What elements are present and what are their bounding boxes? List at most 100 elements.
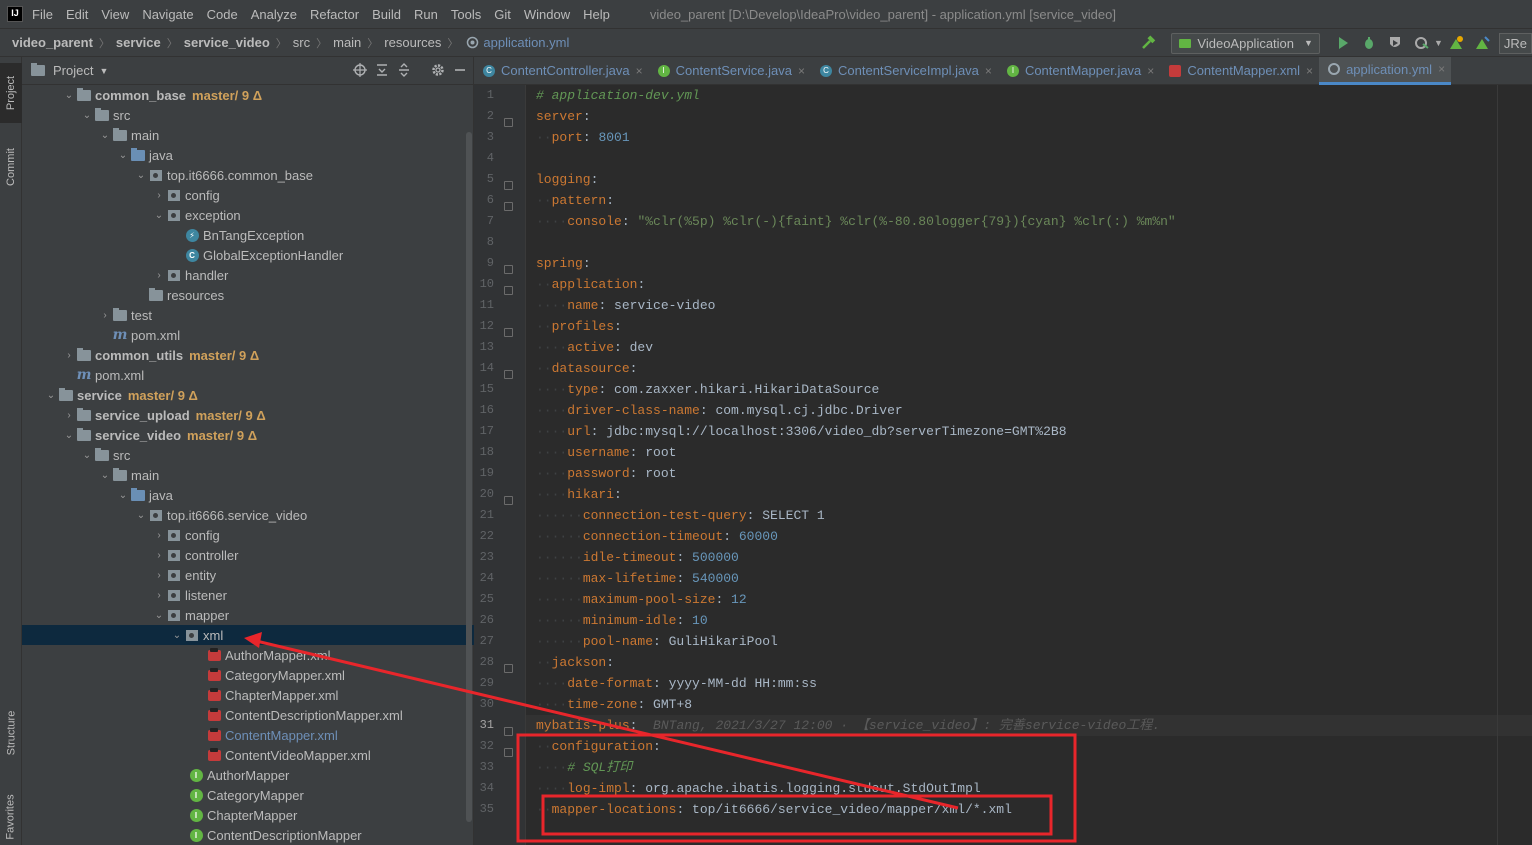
fold-marker-icon[interactable] [504, 496, 513, 505]
git-update-icon[interactable] [1474, 35, 1490, 51]
chevron-right-icon[interactable]: › [152, 530, 166, 541]
chevron-down-icon[interactable]: ⌄ [44, 390, 58, 401]
tree-row-config[interactable]: › config [22, 185, 474, 205]
tree-row-java[interactable]: ⌄ java [22, 145, 474, 165]
tree-row-xml-selected[interactable]: ⌄ xml [22, 625, 474, 645]
tree-row-main[interactable]: ⌄ main [22, 465, 474, 485]
tree-row-content-video-mapper-xml[interactable]: ContentVideoMapper.xml [22, 745, 474, 765]
tab-application-yml[interactable]: application.yml × [1319, 56, 1452, 85]
tree-row-chapter-mapper[interactable]: I ChapterMapper [22, 805, 474, 825]
chevron-down-icon[interactable]: ▼ [1434, 38, 1443, 48]
menu-file[interactable]: File [32, 7, 53, 22]
editor-gutter[interactable]: 1 2 3 4 5 6 7 8 9 10 11 12 13 14 15 16 17 18 19 20 21 22 23 24 2… [474, 85, 526, 845]
chevron-down-icon[interactable]: ⌄ [152, 610, 166, 621]
tab-content-service[interactable]: I ContentService.java × [649, 57, 811, 85]
tree-row-test[interactable]: › test [22, 305, 474, 325]
chevron-down-icon[interactable]: ⌄ [170, 630, 184, 641]
tree-row-service-upload[interactable]: › service_upload master/ 9 Δ [22, 405, 474, 425]
tree-row-pom[interactable]: m pom.xml [22, 365, 474, 385]
tree-row-main[interactable]: ⌄ main [22, 125, 474, 145]
tree-row-common-base[interactable]: ⌄ common_base master/ 9 Δ [22, 85, 474, 105]
structure-tool-tab[interactable]: Structure [0, 697, 22, 769]
menu-navigate[interactable]: Navigate [142, 7, 193, 22]
fold-marker-icon[interactable] [504, 727, 513, 736]
breadcrumb-resources[interactable]: resources [384, 35, 441, 50]
tree-row-package[interactable]: ⌄ top.it6666.service_video [22, 505, 474, 525]
chevron-down-icon[interactable]: ⌄ [98, 130, 112, 141]
tree-row-bntang-exception[interactable]: ⚡ BnTangException [22, 225, 474, 245]
menu-refactor[interactable]: Refactor [310, 7, 359, 22]
tree-row-exception[interactable]: ⌄ exception [22, 205, 474, 225]
chevron-down-icon[interactable]: ⌄ [62, 430, 76, 441]
breadcrumb-service-video[interactable]: service_video [184, 35, 270, 50]
jre-selector[interactable]: JRe [1498, 32, 1532, 54]
tree-row-content-mapper-xml[interactable]: ContentMapper.xml [22, 725, 474, 745]
tree-row-resources[interactable]: resources [22, 285, 474, 305]
chevron-right-icon[interactable]: › [98, 310, 112, 321]
tree-row-listener[interactable]: › listener [22, 585, 474, 605]
fold-marker-icon[interactable] [504, 181, 513, 190]
tree-row-global-exception-handler[interactable]: C GlobalExceptionHandler [22, 245, 474, 265]
chevron-right-icon[interactable]: › [152, 270, 166, 281]
debug-icon[interactable] [1361, 35, 1377, 51]
tree-row-src[interactable]: ⌄ src [22, 445, 474, 465]
coverage-icon[interactable] [1387, 35, 1403, 51]
breadcrumb-main[interactable]: main [333, 35, 361, 50]
tree-row-entity[interactable]: › entity [22, 565, 474, 585]
profiler-icon[interactable] [1413, 35, 1429, 51]
close-icon[interactable]: × [1306, 64, 1313, 78]
fold-marker-icon[interactable] [504, 328, 513, 337]
chevron-right-icon[interactable]: › [152, 190, 166, 201]
chevron-down-icon[interactable]: ⌄ [152, 210, 166, 221]
breadcrumb-src[interactable]: src [293, 35, 310, 50]
menu-run[interactable]: Run [414, 7, 438, 22]
tree-row-content-description-mapper-xml[interactable]: ContentDescriptionMapper.xml [22, 705, 474, 725]
code-editor[interactable]: # application-dev.yml server: ··port: 8001… [526, 85, 1532, 845]
expand-all-icon[interactable] [375, 63, 389, 77]
close-icon[interactable]: × [1147, 64, 1154, 78]
menu-git[interactable]: Git [494, 7, 511, 22]
chevron-down-icon[interactable]: ⌄ [116, 490, 130, 501]
chevron-down-icon[interactable]: ⌄ [98, 470, 112, 481]
tree-row-mapper[interactable]: ⌄ mapper [22, 605, 474, 625]
fold-marker-icon[interactable] [504, 286, 513, 295]
tree-row-handler[interactable]: › handler [22, 265, 474, 285]
fold-marker-icon[interactable] [504, 265, 513, 274]
menu-build[interactable]: Build [372, 7, 401, 22]
tree-row-author-mapper[interactable]: I AuthorMapper [22, 765, 474, 785]
fold-marker-icon[interactable] [504, 118, 513, 127]
favorites-tool-tab[interactable]: Favorites [0, 787, 22, 845]
breadcrumb-video-parent[interactable]: video_parent [12, 35, 93, 50]
tree-row-category-mapper-xml[interactable]: CategoryMapper.xml [22, 665, 474, 685]
chevron-down-icon[interactable]: ⌄ [116, 150, 130, 161]
fold-marker-icon[interactable] [504, 370, 513, 379]
build-hammer-icon[interactable] [1140, 35, 1156, 51]
chevron-down-icon[interactable]: ⌄ [80, 110, 94, 121]
chevron-down-icon[interactable]: ⌄ [80, 450, 94, 461]
tree-row-author-mapper-xml[interactable]: AuthorMapper.xml [22, 645, 474, 665]
update-running-app-icon[interactable] [1448, 35, 1464, 51]
menu-tools[interactable]: Tools [451, 7, 481, 22]
chevron-down-icon[interactable]: ⌄ [134, 170, 148, 181]
project-tool-tab[interactable]: Project [0, 63, 22, 123]
close-icon[interactable]: × [798, 64, 805, 78]
tree-row-service[interactable]: ⌄ service master/ 9 Δ [22, 385, 474, 405]
tree-row-package[interactable]: ⌄ top.it6666.common_base [22, 165, 474, 185]
commit-tool-tab[interactable]: Commit [0, 137, 22, 197]
tree-row-category-mapper[interactable]: I CategoryMapper [22, 785, 474, 805]
fold-marker-icon[interactable] [504, 748, 513, 757]
tree-row-pom[interactable]: m pom.xml [22, 325, 474, 345]
tree-row-chapter-mapper-xml[interactable]: ChapterMapper.xml [22, 685, 474, 705]
tree-row-java[interactable]: ⌄ java [22, 485, 474, 505]
breadcrumb-service[interactable]: service [116, 35, 161, 50]
hide-panel-icon[interactable] [453, 63, 467, 77]
chevron-right-icon[interactable]: › [152, 570, 166, 581]
tree-row-config[interactable]: › config [22, 525, 474, 545]
tree-row-content-description-mapper[interactable]: I ContentDescriptionMapper [22, 825, 474, 845]
close-icon[interactable]: × [985, 64, 992, 78]
menu-help[interactable]: Help [583, 7, 610, 22]
locate-target-icon[interactable] [353, 63, 367, 77]
chevron-down-icon[interactable]: ⌄ [134, 510, 148, 521]
tab-content-controller[interactable]: C ContentController.java × [474, 57, 649, 85]
project-panel-title[interactable]: Project [53, 63, 93, 78]
